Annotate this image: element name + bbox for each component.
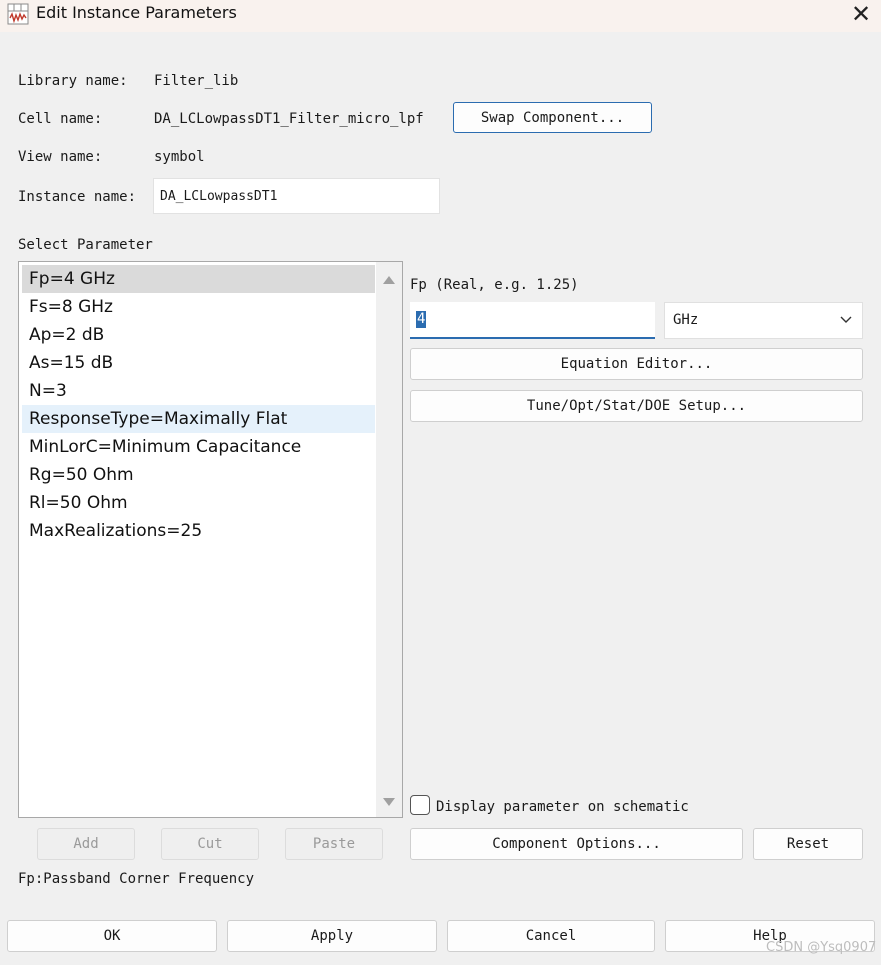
tune-opt-setup-button[interactable]: Tune/Opt/Stat/DOE Setup...: [410, 390, 863, 422]
value-input[interactable]: 4: [410, 302, 655, 339]
apply-button[interactable]: Apply: [227, 920, 437, 952]
list-item[interactable]: Rg=50 Ohm: [22, 461, 375, 489]
list-item[interactable]: Fs=8 GHz: [22, 293, 375, 321]
list-item[interactable]: Fp=4 GHz: [22, 265, 375, 293]
parameter-hint: Fp (Real, e.g. 1.25): [410, 277, 579, 293]
swap-component-button[interactable]: Swap Component...: [453, 102, 652, 133]
value-text: 4: [416, 311, 427, 328]
window-title: Edit Instance Parameters: [36, 3, 237, 22]
scroll-up-arrow-icon[interactable]: [383, 276, 395, 284]
parameter-list[interactable]: Fp=4 GHz Fs=8 GHz Ap=2 dB As=15 dB N=3 R…: [18, 261, 403, 818]
cancel-button[interactable]: Cancel: [447, 920, 655, 952]
list-item[interactable]: Rl=50 Ohm: [22, 489, 375, 517]
waveform-app-icon: [7, 3, 29, 25]
component-options-button[interactable]: Component Options...: [410, 828, 743, 860]
chevron-down-icon: [840, 316, 852, 323]
library-name-value: Filter_lib: [154, 73, 239, 89]
close-icon[interactable]: ✕: [848, 2, 874, 28]
list-item[interactable]: As=15 dB: [22, 349, 375, 377]
list-item[interactable]: ResponseType=Maximally Flat: [22, 405, 375, 433]
view-name-label: View name:: [18, 149, 103, 165]
paste-button[interactable]: Paste: [285, 828, 383, 860]
select-parameter-label: Select Parameter: [18, 237, 153, 253]
list-item[interactable]: MinLorC=Minimum Capacitance: [22, 433, 375, 461]
watermark-text: CSDN @Ysq0907: [766, 940, 877, 955]
list-item[interactable]: MaxRealizations=25: [22, 517, 375, 545]
reset-button[interactable]: Reset: [753, 828, 863, 860]
list-item[interactable]: N=3: [22, 377, 375, 405]
ok-button[interactable]: OK: [7, 920, 217, 952]
instance-name-label: Instance name:: [18, 189, 137, 205]
list-scrollbar[interactable]: [376, 262, 402, 817]
unit-select-value: GHz: [673, 312, 699, 328]
equation-editor-button[interactable]: Equation Editor...: [410, 348, 863, 380]
display-parameter-checkbox[interactable]: [410, 795, 430, 815]
instance-name-input[interactable]: DA_LCLowpassDT1: [153, 178, 440, 214]
view-name-value: symbol: [154, 149, 205, 165]
cut-button[interactable]: Cut: [161, 828, 259, 860]
add-button[interactable]: Add: [37, 828, 135, 860]
list-item[interactable]: Ap=2 dB: [22, 321, 375, 349]
display-parameter-label: Display parameter on schematic: [436, 799, 689, 815]
scroll-down-arrow-icon[interactable]: [383, 798, 395, 806]
library-name-label: Library name:: [18, 73, 128, 89]
unit-select[interactable]: GHz: [664, 302, 863, 339]
parameter-description: Fp:Passband Corner Frequency: [18, 871, 255, 887]
cell-name-value: DA_LCLowpassDT1_Filter_micro_lpf: [154, 111, 424, 127]
cell-name-label: Cell name:: [18, 111, 103, 127]
